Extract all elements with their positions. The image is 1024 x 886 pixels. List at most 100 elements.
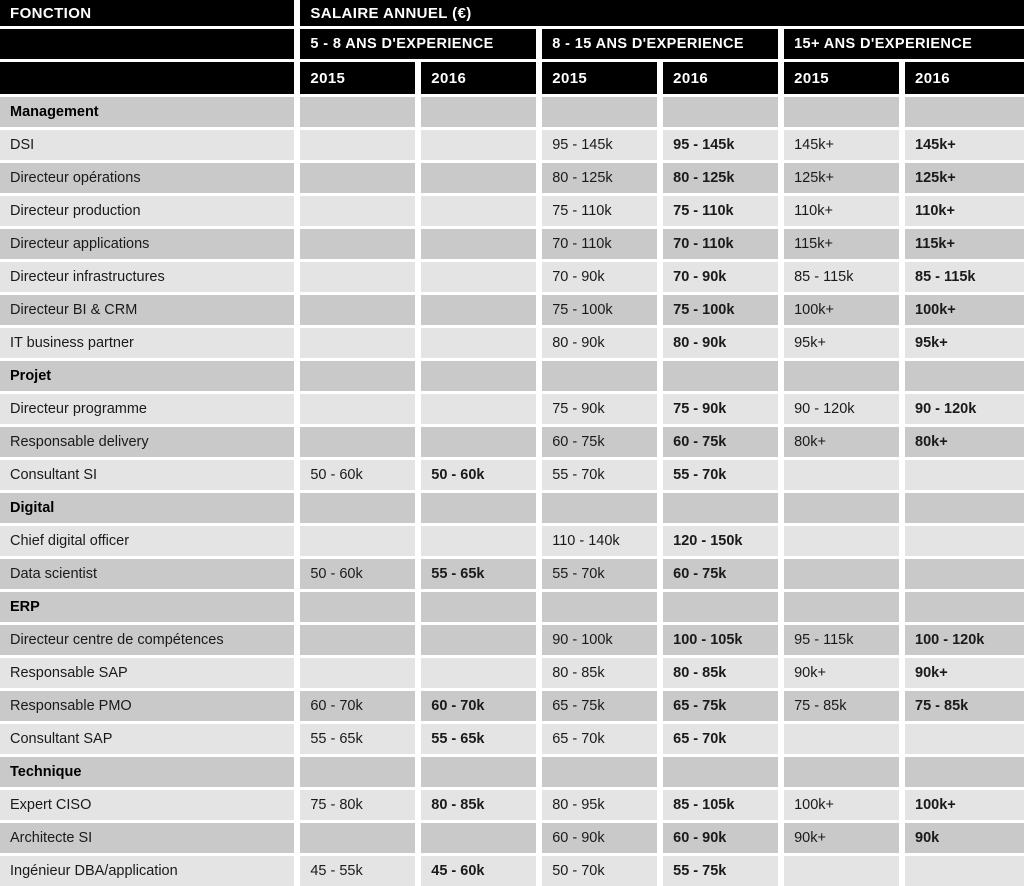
salary-cell: 80 - 85k bbox=[421, 790, 537, 820]
salary-cell bbox=[421, 658, 537, 688]
salary-cell: 95k+ bbox=[905, 328, 1024, 358]
header-row-title: FONCTION SALAIRE ANNUEL (€) bbox=[0, 0, 1024, 26]
table-row: Responsable SAP 80 - 85k 80 - 85k 90k+ 90k+ bbox=[0, 658, 1024, 688]
salary-cell bbox=[784, 757, 899, 787]
salary-cell: 60 - 75k bbox=[663, 427, 779, 457]
salary-cell bbox=[905, 97, 1024, 127]
salary-cell bbox=[421, 823, 537, 853]
salary-cell bbox=[542, 592, 658, 622]
row-fonction-label: Directeur BI & CRM bbox=[0, 295, 295, 325]
salary-cell bbox=[905, 724, 1024, 754]
salary-cell bbox=[905, 460, 1024, 490]
salary-cell: 75 - 85k bbox=[905, 691, 1024, 721]
salary-cell bbox=[784, 559, 899, 589]
salary-cell: 90 - 120k bbox=[784, 394, 899, 424]
salary-cell: 145k+ bbox=[905, 130, 1024, 160]
salary-cell bbox=[784, 361, 899, 391]
salary-cell: 145k+ bbox=[784, 130, 899, 160]
header-year-6: 2016 bbox=[905, 62, 1024, 94]
salary-cell: 60 - 90k bbox=[542, 823, 658, 853]
salary-cell: 65 - 75k bbox=[542, 691, 658, 721]
salary-cell: 80k+ bbox=[784, 427, 899, 457]
salary-cell bbox=[300, 196, 416, 226]
salary-cell: 100 - 120k bbox=[905, 625, 1024, 655]
table-row: Directeur opérations 80 - 125k 80 - 125k 12… bbox=[0, 163, 1024, 193]
salary-table: FONCTION SALAIRE ANNUEL (€) 5 - 8 ANS D'EX… bbox=[0, 0, 1024, 886]
salary-cell bbox=[784, 724, 899, 754]
header-year-5: 2015 bbox=[784, 62, 899, 94]
salary-cell: 80 - 125k bbox=[663, 163, 779, 193]
header-fonction-blank bbox=[0, 29, 295, 59]
salary-cell: 65 - 70k bbox=[663, 724, 779, 754]
row-fonction-label: Responsable SAP bbox=[0, 658, 295, 688]
salary-cell: 80 - 95k bbox=[542, 790, 658, 820]
table-row: Data scientist 50 - 60k 55 - 65k 55 - 70k 60… bbox=[0, 559, 1024, 589]
salary-cell: 50 - 60k bbox=[300, 460, 416, 490]
salary-cell bbox=[300, 427, 416, 457]
salary-cell: 80 - 85k bbox=[663, 658, 779, 688]
salary-cell bbox=[300, 625, 416, 655]
row-fonction-label: Chief digital officer bbox=[0, 526, 295, 556]
salary-cell bbox=[542, 493, 658, 523]
salary-cell bbox=[300, 328, 416, 358]
row-fonction-label: Consultant SI bbox=[0, 460, 295, 490]
header-salaire-annuel: SALAIRE ANNUEL (€) bbox=[300, 0, 1024, 26]
header-experience-group-2: 8 - 15 ANS D'EXPERIENCE bbox=[542, 29, 779, 59]
table-row: Ingénieur DBA/application 45 - 55k 45 - 60… bbox=[0, 856, 1024, 886]
salary-cell: 80 - 85k bbox=[542, 658, 658, 688]
salary-cell bbox=[300, 493, 416, 523]
salary-cell: 60 - 70k bbox=[421, 691, 537, 721]
salary-cell bbox=[300, 262, 416, 292]
section-label: Technique bbox=[0, 757, 295, 787]
salary-cell bbox=[663, 493, 779, 523]
header-year-3: 2015 bbox=[542, 62, 658, 94]
table-row: Directeur programme 75 - 90k 75 - 90k 90 - … bbox=[0, 394, 1024, 424]
salary-cell bbox=[421, 625, 537, 655]
row-fonction-label: Architecte SI bbox=[0, 823, 295, 853]
table-row: Directeur production 75 - 110k 75 - 110k 11… bbox=[0, 196, 1024, 226]
salary-cell: 45 - 55k bbox=[300, 856, 416, 886]
row-fonction-label: Consultant SAP bbox=[0, 724, 295, 754]
salary-cell: 90k+ bbox=[784, 658, 899, 688]
salary-cell bbox=[421, 229, 537, 259]
salary-cell: 55 - 70k bbox=[663, 460, 779, 490]
header-experience-group-1: 5 - 8 ANS D'EXPERIENCE bbox=[300, 29, 537, 59]
salary-cell bbox=[905, 361, 1024, 391]
row-fonction-label: Responsable PMO bbox=[0, 691, 295, 721]
salary-cell: 55 - 70k bbox=[542, 460, 658, 490]
salary-cell: 75 - 80k bbox=[300, 790, 416, 820]
salary-cell bbox=[300, 163, 416, 193]
salary-cell bbox=[421, 427, 537, 457]
salary-cell bbox=[421, 394, 537, 424]
table-row: Chief digital officer 110 - 140k 120 - 150… bbox=[0, 526, 1024, 556]
salary-cell: 125k+ bbox=[784, 163, 899, 193]
salary-cell bbox=[421, 757, 537, 787]
section-header-row: Projet bbox=[0, 361, 1024, 391]
salary-cell: 55 - 65k bbox=[300, 724, 416, 754]
row-fonction-label: Data scientist bbox=[0, 559, 295, 589]
row-fonction-label: Directeur programme bbox=[0, 394, 295, 424]
salary-cell: 85 - 105k bbox=[663, 790, 779, 820]
salary-cell: 80 - 90k bbox=[663, 328, 779, 358]
section-header-row: Technique bbox=[0, 757, 1024, 787]
salary-cell bbox=[784, 856, 899, 886]
section-label: Management bbox=[0, 97, 295, 127]
header-year-1: 2015 bbox=[300, 62, 416, 94]
salary-cell: 90k bbox=[905, 823, 1024, 853]
salary-cell: 55 - 65k bbox=[421, 724, 537, 754]
row-fonction-label: Directeur production bbox=[0, 196, 295, 226]
salary-cell: 115k+ bbox=[784, 229, 899, 259]
section-label: Projet bbox=[0, 361, 295, 391]
salary-cell: 50 - 70k bbox=[542, 856, 658, 886]
salary-cell bbox=[300, 526, 416, 556]
salary-cell bbox=[421, 526, 537, 556]
salary-cell: 110 - 140k bbox=[542, 526, 658, 556]
section-header-row: Digital bbox=[0, 493, 1024, 523]
salary-cell bbox=[905, 493, 1024, 523]
header-year-4: 2016 bbox=[663, 62, 779, 94]
salary-cell: 90 - 120k bbox=[905, 394, 1024, 424]
salary-cell bbox=[421, 97, 537, 127]
table-row: DSI 95 - 145k 95 - 145k 145k+ 145k+ bbox=[0, 130, 1024, 160]
salary-cell: 75 - 110k bbox=[542, 196, 658, 226]
row-fonction-label: Directeur opérations bbox=[0, 163, 295, 193]
